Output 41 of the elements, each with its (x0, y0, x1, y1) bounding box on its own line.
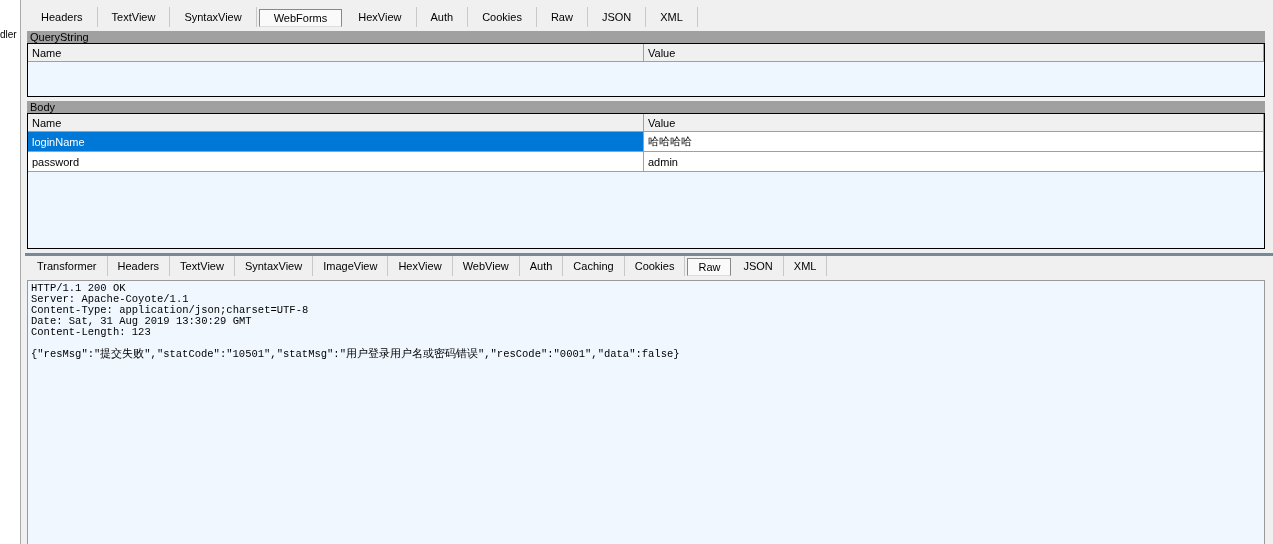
tab[interactable]: Headers (107, 256, 171, 276)
tab[interactable]: SyntaxView (170, 7, 257, 27)
section-title: Body (27, 101, 1265, 113)
tab[interactable]: HexView (388, 256, 453, 276)
table-cell: 哈哈哈哈 (644, 132, 1264, 151)
tab[interactable]: Auth (519, 256, 564, 276)
tab[interactable]: XML (646, 7, 698, 27)
sidebar-label: dler (0, 29, 17, 40)
tab[interactable]: SyntaxView (234, 256, 314, 276)
text-line: Server: Apache-Coyote/1.1 (31, 294, 189, 305)
tab[interactable]: HexView (344, 7, 417, 27)
tab[interactable]: TextView (97, 7, 171, 27)
table-cell[interactable]: password (28, 152, 644, 171)
tab[interactable]: WebView (452, 256, 520, 276)
tab[interactable]: XML (783, 256, 828, 276)
text-line: HTTP/1.1 200 OK (31, 283, 127, 294)
tab[interactable]: Auth (416, 7, 469, 27)
tab[interactable]: JSON (733, 256, 784, 276)
tab[interactable]: Transformer (27, 256, 108, 276)
column-header[interactable]: Name (28, 114, 644, 131)
column-header[interactable]: Name (28, 44, 644, 61)
table-cell: admin (644, 152, 1264, 171)
tab[interactable]: Cookies (624, 256, 686, 276)
tab[interactable]: TextView (170, 256, 235, 276)
tab[interactable]: Caching (563, 256, 625, 276)
tab[interactable]: Headers (27, 7, 98, 27)
table-cell[interactable]: loginName (28, 132, 644, 151)
tab[interactable]: WebForms (258, 9, 343, 27)
column-header[interactable]: Value (644, 114, 1264, 131)
column-header[interactable]: Value (644, 44, 1264, 61)
tab[interactable]: ImageView (313, 256, 389, 276)
raw-text-area[interactable] (27, 280, 1265, 544)
text-line: {"resMsg":"提交失败","statCode":"10501","statMsg":"用户登录用户名或密码错误","resCode":"0001","data":false} (31, 349, 681, 360)
tab[interactable]: Raw (536, 7, 588, 27)
tab[interactable]: Raw (687, 258, 732, 276)
tab[interactable]: JSON (587, 7, 647, 27)
tab[interactable]: Cookies (468, 7, 537, 27)
text-line: Content-Length: 123 (31, 327, 152, 338)
text-line: Content-Type: application/json;charset=UTF-8 (31, 305, 310, 316)
section-title: QueryString (27, 31, 1265, 43)
text-line: Date: Sat, 31 Aug 2019 13:30:29 GMT (31, 316, 253, 327)
